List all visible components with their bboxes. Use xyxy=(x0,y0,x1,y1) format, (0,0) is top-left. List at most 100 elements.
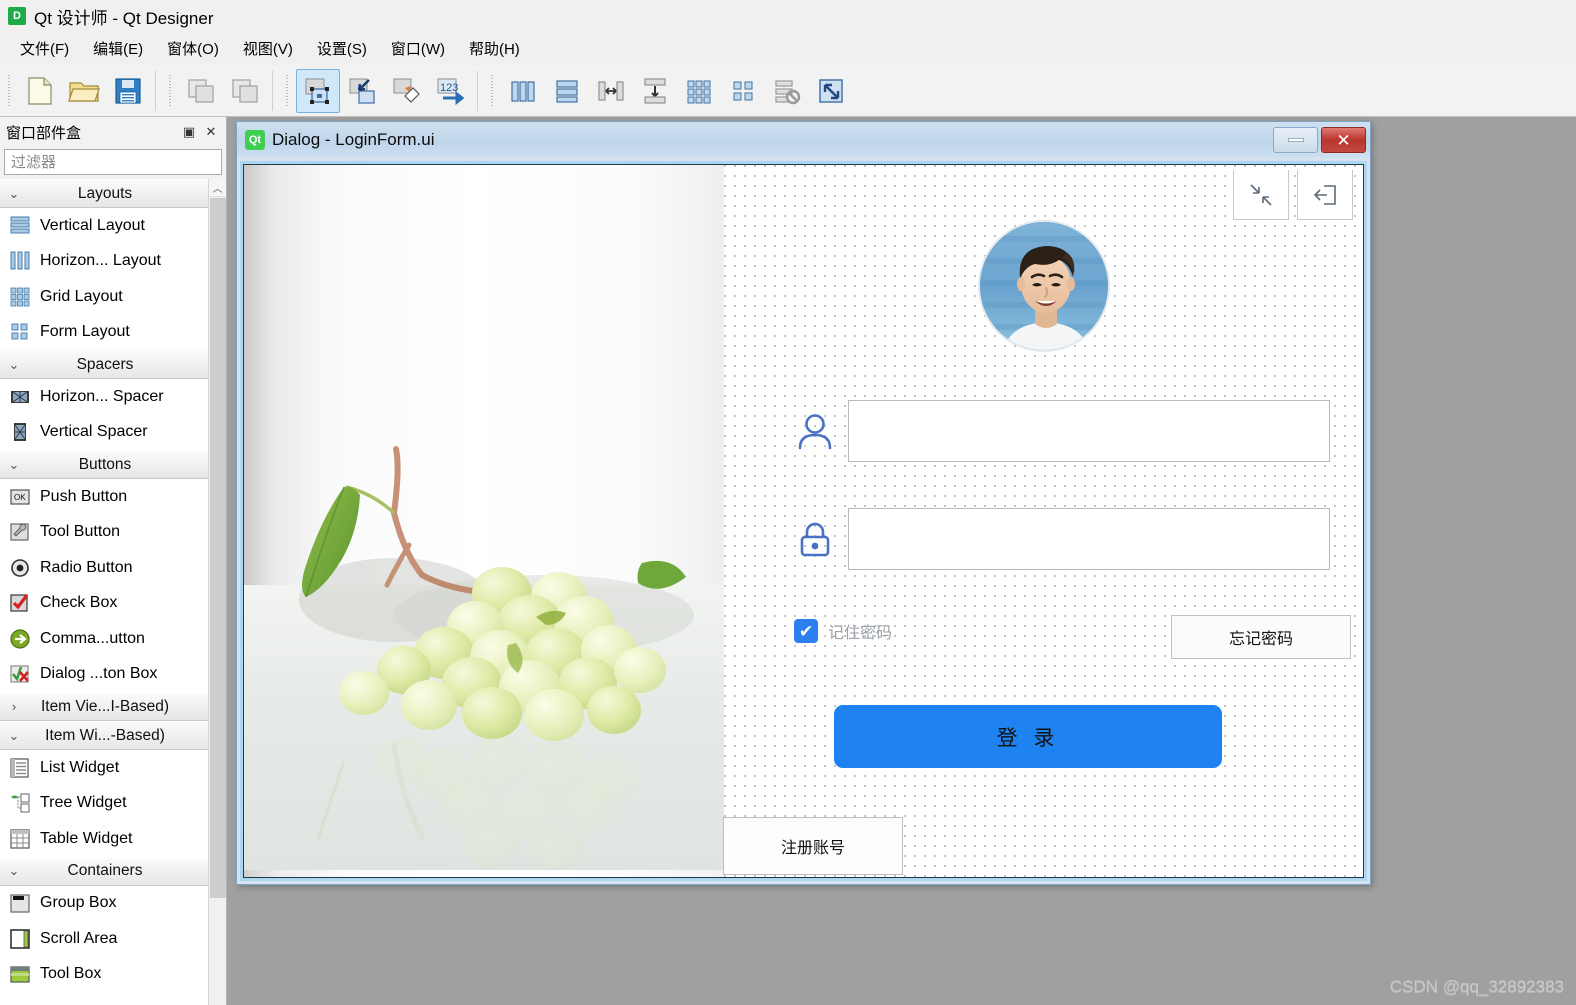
password-input[interactable] xyxy=(848,508,1330,570)
layout-splitter-vertical-icon[interactable] xyxy=(633,69,677,113)
scrollbar-thumb[interactable] xyxy=(210,198,226,898)
list-item[interactable]: Check Box xyxy=(0,585,208,621)
widget-box-scrollbar[interactable]: ︿ xyxy=(208,179,226,1005)
checkbox-checked-icon[interactable]: ✔ xyxy=(794,619,818,643)
close-button[interactable]: ✕ xyxy=(1321,127,1366,153)
paste-icon[interactable] xyxy=(223,69,267,113)
new-file-icon[interactable] xyxy=(18,69,62,113)
category-layouts[interactable]: ⌄ Layouts xyxy=(0,179,208,208)
layout-splitter-horizontal-icon[interactable] xyxy=(589,69,633,113)
minimize-button[interactable] xyxy=(1273,127,1318,153)
chevron-down-icon: ⌄ xyxy=(8,356,20,372)
category-spacers[interactable]: ⌄ Spacers xyxy=(0,350,208,379)
list-item[interactable]: OK Push Button xyxy=(0,479,208,515)
list-item[interactable]: Form Layout xyxy=(0,314,208,350)
list-item[interactable]: Horizon... Layout xyxy=(0,243,208,279)
category-buttons[interactable]: ⌄ Buttons xyxy=(0,450,208,479)
horizontal-layout-icon xyxy=(6,248,34,274)
exit-icon[interactable] xyxy=(1297,170,1353,220)
category-item-views[interactable]: › Item Vie...I-Based) xyxy=(0,692,208,721)
list-item[interactable]: Dialog ...ton Box xyxy=(0,656,208,692)
tool-box-icon xyxy=(6,961,34,987)
login-button[interactable]: 登 录 xyxy=(834,705,1222,768)
close-dock-button[interactable]: ✕ xyxy=(200,121,222,143)
category-label: Item Vie...I-Based) xyxy=(40,697,170,715)
toolbar-drag-handle-3[interactable] xyxy=(282,74,292,107)
toolbar-drag-handle-4[interactable] xyxy=(487,74,497,107)
remember-password-checkbox[interactable]: ✔ 记住密码 xyxy=(794,619,892,643)
edit-buddies-icon[interactable] xyxy=(384,69,428,113)
mdi-area: Qt Dialog - LoginForm.ui ✕ ✔ 记住密码 忘记密码 登… xyxy=(227,117,1576,1005)
layout-horizontally-icon[interactable] xyxy=(501,69,545,113)
edit-widgets-icon[interactable] xyxy=(296,68,340,113)
category-label: Item Wi...-Based) xyxy=(45,726,165,744)
dialog-titlebar[interactable]: Qt Dialog - LoginForm.ui ✕ xyxy=(237,122,1370,158)
menu-help[interactable]: 帮助(H) xyxy=(457,34,532,63)
menu-window[interactable]: 窗口(W) xyxy=(379,34,457,63)
edit-tab-order-icon[interactable]: 123 xyxy=(428,69,472,113)
layout-form-icon[interactable] xyxy=(721,69,765,113)
list-item[interactable]: Comma...utton xyxy=(0,621,208,657)
save-file-icon[interactable] xyxy=(106,69,150,113)
widget-tree: ⌄ Layouts Vertical Layout Horizon... Lay… xyxy=(0,179,208,1005)
list-item[interactable]: Scroll Area xyxy=(0,921,208,957)
menu-file[interactable]: 文件(F) xyxy=(8,34,81,63)
chevron-right-icon: › xyxy=(11,699,17,714)
edit-signals-slots-icon[interactable] xyxy=(340,69,384,113)
layout-vertically-icon[interactable] xyxy=(545,69,589,113)
category-label: Spacers xyxy=(76,355,134,373)
layout-grid-icon[interactable] xyxy=(677,69,721,113)
list-item-label: Tree Widget xyxy=(40,794,127,812)
list-item[interactable]: Tree Widget xyxy=(0,785,208,821)
csdn-watermark: CSDN @qq_32892383 xyxy=(1389,977,1564,996)
scroll-up-arrow-icon[interactable]: ︿ xyxy=(209,179,226,197)
minimize-window-icon[interactable] xyxy=(1233,170,1289,220)
forgot-password-button[interactable]: 忘记密码 xyxy=(1171,615,1351,659)
username-input[interactable] xyxy=(848,400,1330,462)
scroll-area-icon xyxy=(6,926,34,952)
menu-form[interactable]: 窗体(O) xyxy=(155,34,231,63)
open-file-icon[interactable] xyxy=(62,69,106,113)
list-item[interactable]: Vertical Spacer xyxy=(0,414,208,450)
menu-settings[interactable]: 设置(S) xyxy=(305,34,379,63)
widget-box-dock: 窗口部件盒 ▣ ✕ ⌄ Layouts xyxy=(0,117,227,1005)
list-item-label: Vertical Layout xyxy=(40,216,145,234)
list-item[interactable]: Tool Button xyxy=(0,514,208,550)
list-item[interactable]: Radio Button xyxy=(0,550,208,586)
widget-box-body: ⌄ Layouts Vertical Layout Horizon... Lay… xyxy=(0,179,226,1005)
main-toolbar: 123 xyxy=(0,65,1576,117)
list-widget-icon xyxy=(6,755,34,781)
break-layout-icon[interactable] xyxy=(765,69,809,113)
adjust-size-icon[interactable] xyxy=(809,69,853,113)
radio-button-icon xyxy=(6,555,34,581)
copy-icon[interactable] xyxy=(179,69,223,113)
list-item[interactable]: Horizon... Spacer xyxy=(0,379,208,415)
avatar xyxy=(977,220,1110,352)
list-item[interactable]: Tool Box xyxy=(0,956,208,992)
table-widget-icon xyxy=(6,826,34,852)
category-label: Containers xyxy=(67,862,143,879)
list-item-label: Vertical Spacer xyxy=(40,423,148,441)
toolbar-drag-handle[interactable] xyxy=(4,74,14,107)
float-dock-button[interactable]: ▣ xyxy=(178,121,200,143)
lock-icon xyxy=(782,519,848,559)
category-item-widgets[interactable]: ⌄ Item Wi...-Based) xyxy=(0,721,208,750)
list-item[interactable]: Grid Layout xyxy=(0,279,208,315)
menubar: 文件(F) 编辑(E) 窗体(O) 视图(V) 设置(S) 窗口(W) 帮助(H… xyxy=(0,32,1576,65)
app-icon: D xyxy=(8,7,26,25)
menu-view[interactable]: 视图(V) xyxy=(231,34,305,63)
form-canvas: ✔ 记住密码 忘记密码 登 录 注册账号 xyxy=(240,161,1367,881)
list-item-label: Tool Box xyxy=(40,965,102,983)
dialog-window: Qt Dialog - LoginForm.ui ✕ ✔ 记住密码 忘记密码 登… xyxy=(236,121,1371,885)
filter-row xyxy=(0,147,226,179)
register-account-button[interactable]: 注册账号 xyxy=(723,817,903,875)
menu-edit[interactable]: 编辑(E) xyxy=(81,34,155,63)
category-containers[interactable]: ⌄ Containers xyxy=(0,856,208,886)
list-item[interactable]: Table Widget xyxy=(0,821,208,857)
filter-input[interactable] xyxy=(4,149,222,175)
list-item[interactable]: Group Box xyxy=(0,885,208,921)
list-item[interactable]: Vertical Layout xyxy=(0,208,208,244)
list-item[interactable]: List Widget xyxy=(0,750,208,786)
widget-box-title: 窗口部件盒 xyxy=(6,124,82,142)
toolbar-drag-handle-2[interactable] xyxy=(165,74,175,107)
